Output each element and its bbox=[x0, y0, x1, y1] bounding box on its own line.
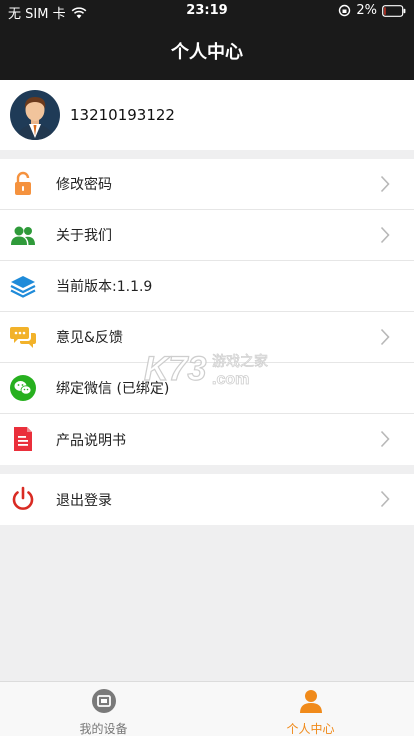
unlock-icon bbox=[15, 171, 31, 195]
menu-label-version: 当前版本:1.1.9 bbox=[56, 279, 153, 295]
menu-item-feedback[interactable]: 意见&反馈 bbox=[0, 312, 414, 363]
tab-my-devices[interactable]: 我的设备 bbox=[0, 682, 207, 736]
page-title: 个人中心 bbox=[171, 42, 243, 63]
orientation-lock-icon bbox=[339, 4, 351, 17]
logout-label: 退出登录 bbox=[56, 492, 112, 509]
avatar[interactable] bbox=[10, 90, 60, 140]
logout-button[interactable]: 退出登录 bbox=[0, 474, 414, 525]
profile-card[interactable]: 13210193122 bbox=[0, 80, 414, 150]
menu-label-manual: 产品说明书 bbox=[56, 432, 126, 449]
chevron-right-icon bbox=[380, 490, 390, 508]
chat-icon bbox=[10, 327, 36, 348]
device-icon bbox=[92, 689, 116, 713]
power-icon bbox=[12, 486, 34, 510]
settings-menu: 修改密码 关于我们 当前版本:1.1.9 意见&反馈 绑定微信 (已绑定) 产品… bbox=[0, 159, 414, 465]
chevron-right-icon bbox=[380, 226, 390, 244]
users-icon bbox=[11, 226, 35, 245]
status-bar: 无 SIM 卡 23:19 2% bbox=[0, 0, 414, 22]
logout-group: 退出登录 bbox=[0, 474, 414, 525]
battery-text: 2% bbox=[356, 3, 377, 18]
person-icon bbox=[300, 690, 322, 713]
status-right: 2% bbox=[338, 3, 406, 18]
wechat-icon bbox=[10, 375, 36, 401]
document-icon bbox=[14, 427, 32, 451]
chevron-right-icon bbox=[380, 328, 390, 346]
chevron-right-icon bbox=[380, 175, 390, 193]
menu-item-change-password[interactable]: 修改密码 bbox=[0, 159, 414, 210]
menu-label-bind-wechat: 绑定微信 (已绑定) bbox=[56, 381, 170, 397]
menu-item-manual[interactable]: 产品说明书 bbox=[0, 414, 414, 465]
menu-label-change-password: 修改密码 bbox=[56, 177, 112, 193]
layers-icon bbox=[10, 276, 36, 298]
tab-label-my-devices: 我的设备 bbox=[79, 722, 128, 736]
tab-bar: 我的设备 个人中心 bbox=[0, 681, 414, 736]
battery-icon bbox=[382, 4, 406, 17]
menu-label-feedback: 意见&反馈 bbox=[56, 330, 123, 346]
menu-item-version: 当前版本:1.1.9 bbox=[0, 261, 414, 312]
menu-item-bind-wechat[interactable]: 绑定微信 (已绑定) bbox=[0, 363, 414, 414]
header: 无 SIM 卡 23:19 2% 个人中心 bbox=[0, 0, 414, 80]
tab-label-personal-center: 个人中心 bbox=[286, 722, 335, 736]
chevron-right-icon bbox=[380, 430, 390, 448]
profile-phone: 13210193122 bbox=[70, 106, 175, 124]
menu-label-about-us: 关于我们 bbox=[56, 228, 112, 244]
menu-item-about-us[interactable]: 关于我们 bbox=[0, 210, 414, 261]
tab-personal-center[interactable]: 个人中心 bbox=[207, 682, 414, 736]
